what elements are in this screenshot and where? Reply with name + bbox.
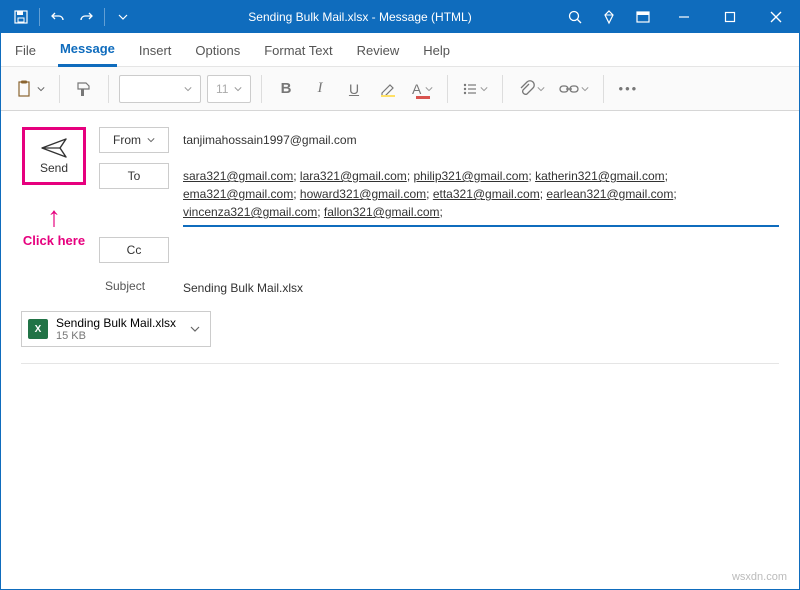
font-family-select[interactable]: [119, 75, 201, 103]
recipient[interactable]: vincenza321@gmail.com: [183, 205, 317, 219]
to-button[interactable]: To: [99, 163, 169, 189]
recipient[interactable]: sara321@gmail.com: [183, 169, 293, 183]
ribbon-toolbar: 11 B I U A •••: [1, 67, 799, 111]
attachments-area: X Sending Bulk Mail.xlsx 15 KB: [1, 311, 799, 357]
cc-field[interactable]: [183, 237, 779, 255]
annotation-click-here: Click here: [23, 233, 85, 248]
recipient[interactable]: ema321@gmail.com: [183, 187, 293, 201]
ribbon-separator: [502, 75, 503, 103]
redo-icon[interactable]: [74, 5, 98, 29]
italic-button[interactable]: I: [306, 75, 334, 103]
search-icon[interactable]: [563, 5, 587, 29]
close-button[interactable]: [753, 1, 799, 33]
subject-field[interactable]: Sending Bulk Mail.xlsx: [183, 275, 779, 297]
qat-separator: [104, 8, 105, 26]
message-body[interactable]: [1, 364, 799, 384]
tab-message[interactable]: Message: [58, 35, 117, 67]
recipient[interactable]: philip321@gmail.com: [413, 169, 528, 183]
attachment-menu-icon[interactable]: [186, 324, 204, 334]
ribbon-separator: [59, 75, 60, 103]
recipient[interactable]: fallon321@gmail.com: [324, 205, 440, 219]
bold-button[interactable]: B: [272, 75, 300, 103]
to-field[interactable]: sara321@gmail.com; lara321@gmail.com; ph…: [183, 163, 779, 227]
diamond-icon[interactable]: [597, 5, 621, 29]
tab-format-text[interactable]: Format Text: [262, 37, 334, 66]
recipient[interactable]: earlean321@gmail.com: [546, 187, 673, 201]
recipient[interactable]: howard321@gmail.com: [300, 187, 426, 201]
from-button[interactable]: From: [99, 127, 169, 153]
attachment-name: Sending Bulk Mail.xlsx: [56, 316, 176, 330]
link-button[interactable]: [555, 75, 593, 103]
from-value: tanjimahossain1997@gmail.com: [183, 127, 779, 149]
send-button[interactable]: Send: [22, 127, 86, 185]
text-highlight-button[interactable]: [374, 75, 402, 103]
attachment-size: 15 KB: [56, 330, 176, 342]
recipient[interactable]: lara321@gmail.com: [300, 169, 407, 183]
recipient[interactable]: etta321@gmail.com: [433, 187, 540, 201]
attachment-info: Sending Bulk Mail.xlsx 15 KB: [56, 316, 176, 342]
tab-insert[interactable]: Insert: [137, 37, 174, 66]
ribbon-separator: [261, 75, 262, 103]
recipient[interactable]: katherin321@gmail.com: [535, 169, 665, 183]
cc-button[interactable]: Cc: [99, 237, 169, 263]
titlebar: Sending Bulk Mail.xlsx - Message (HTML): [1, 1, 799, 33]
font-size-select[interactable]: 11: [207, 75, 251, 103]
attach-file-button[interactable]: [513, 75, 549, 103]
paste-button[interactable]: [11, 75, 49, 103]
qat-more-icon[interactable]: [111, 5, 135, 29]
ribbon-separator: [447, 75, 448, 103]
underline-button[interactable]: U: [340, 75, 368, 103]
more-options-button[interactable]: •••: [614, 75, 642, 103]
annotation-arrow-icon: ↑: [47, 203, 61, 231]
send-label: Send: [40, 161, 68, 175]
tab-review[interactable]: Review: [355, 37, 402, 66]
tab-help[interactable]: Help: [421, 37, 452, 66]
window-title: Sending Bulk Mail.xlsx - Message (HTML): [135, 10, 555, 24]
save-icon[interactable]: [9, 5, 33, 29]
tab-file[interactable]: File: [13, 37, 38, 66]
ribbon-separator: [603, 75, 604, 103]
send-icon: [40, 137, 68, 159]
ribbon-separator: [108, 75, 109, 103]
excel-icon: X: [28, 319, 48, 339]
watermark: wsxdn.com: [732, 571, 787, 583]
font-color-button[interactable]: A: [408, 75, 437, 103]
tab-options[interactable]: Options: [193, 37, 242, 66]
format-painter-icon[interactable]: [70, 75, 98, 103]
ribbon-tabs: File Message Insert Options Format Text …: [1, 33, 799, 67]
minimize-button[interactable]: [661, 1, 707, 33]
attachment-chip[interactable]: X Sending Bulk Mail.xlsx 15 KB: [21, 311, 211, 347]
maximize-button[interactable]: [707, 1, 753, 33]
ribbon-display-icon[interactable]: [631, 5, 655, 29]
qat-separator: [39, 8, 40, 26]
subject-label: Subject: [99, 273, 169, 299]
bullets-button[interactable]: [458, 75, 492, 103]
undo-icon[interactable]: [46, 5, 70, 29]
compose-header: Send ↑ Click here From tanjimahossain199…: [1, 111, 799, 311]
